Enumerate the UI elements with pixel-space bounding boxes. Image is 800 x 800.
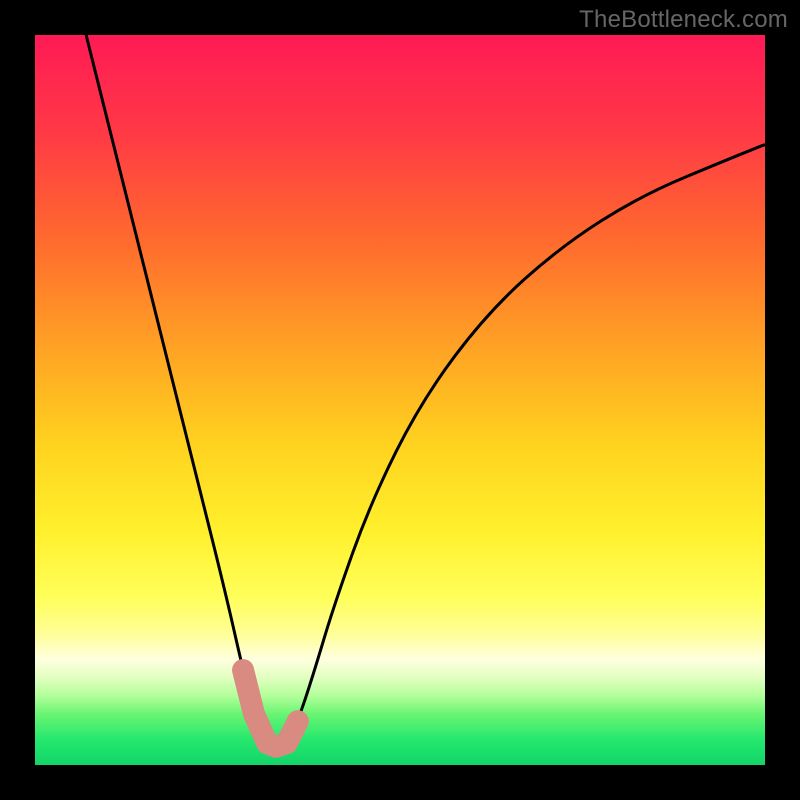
plot-area [35,35,765,765]
bottleneck-curve-svg [35,35,765,765]
bottleneck-curve [86,35,765,746]
watermark-text: TheBottleneck.com [579,6,788,34]
optimal-marker [243,670,298,747]
chart-frame: TheBottleneck.com [0,0,800,800]
